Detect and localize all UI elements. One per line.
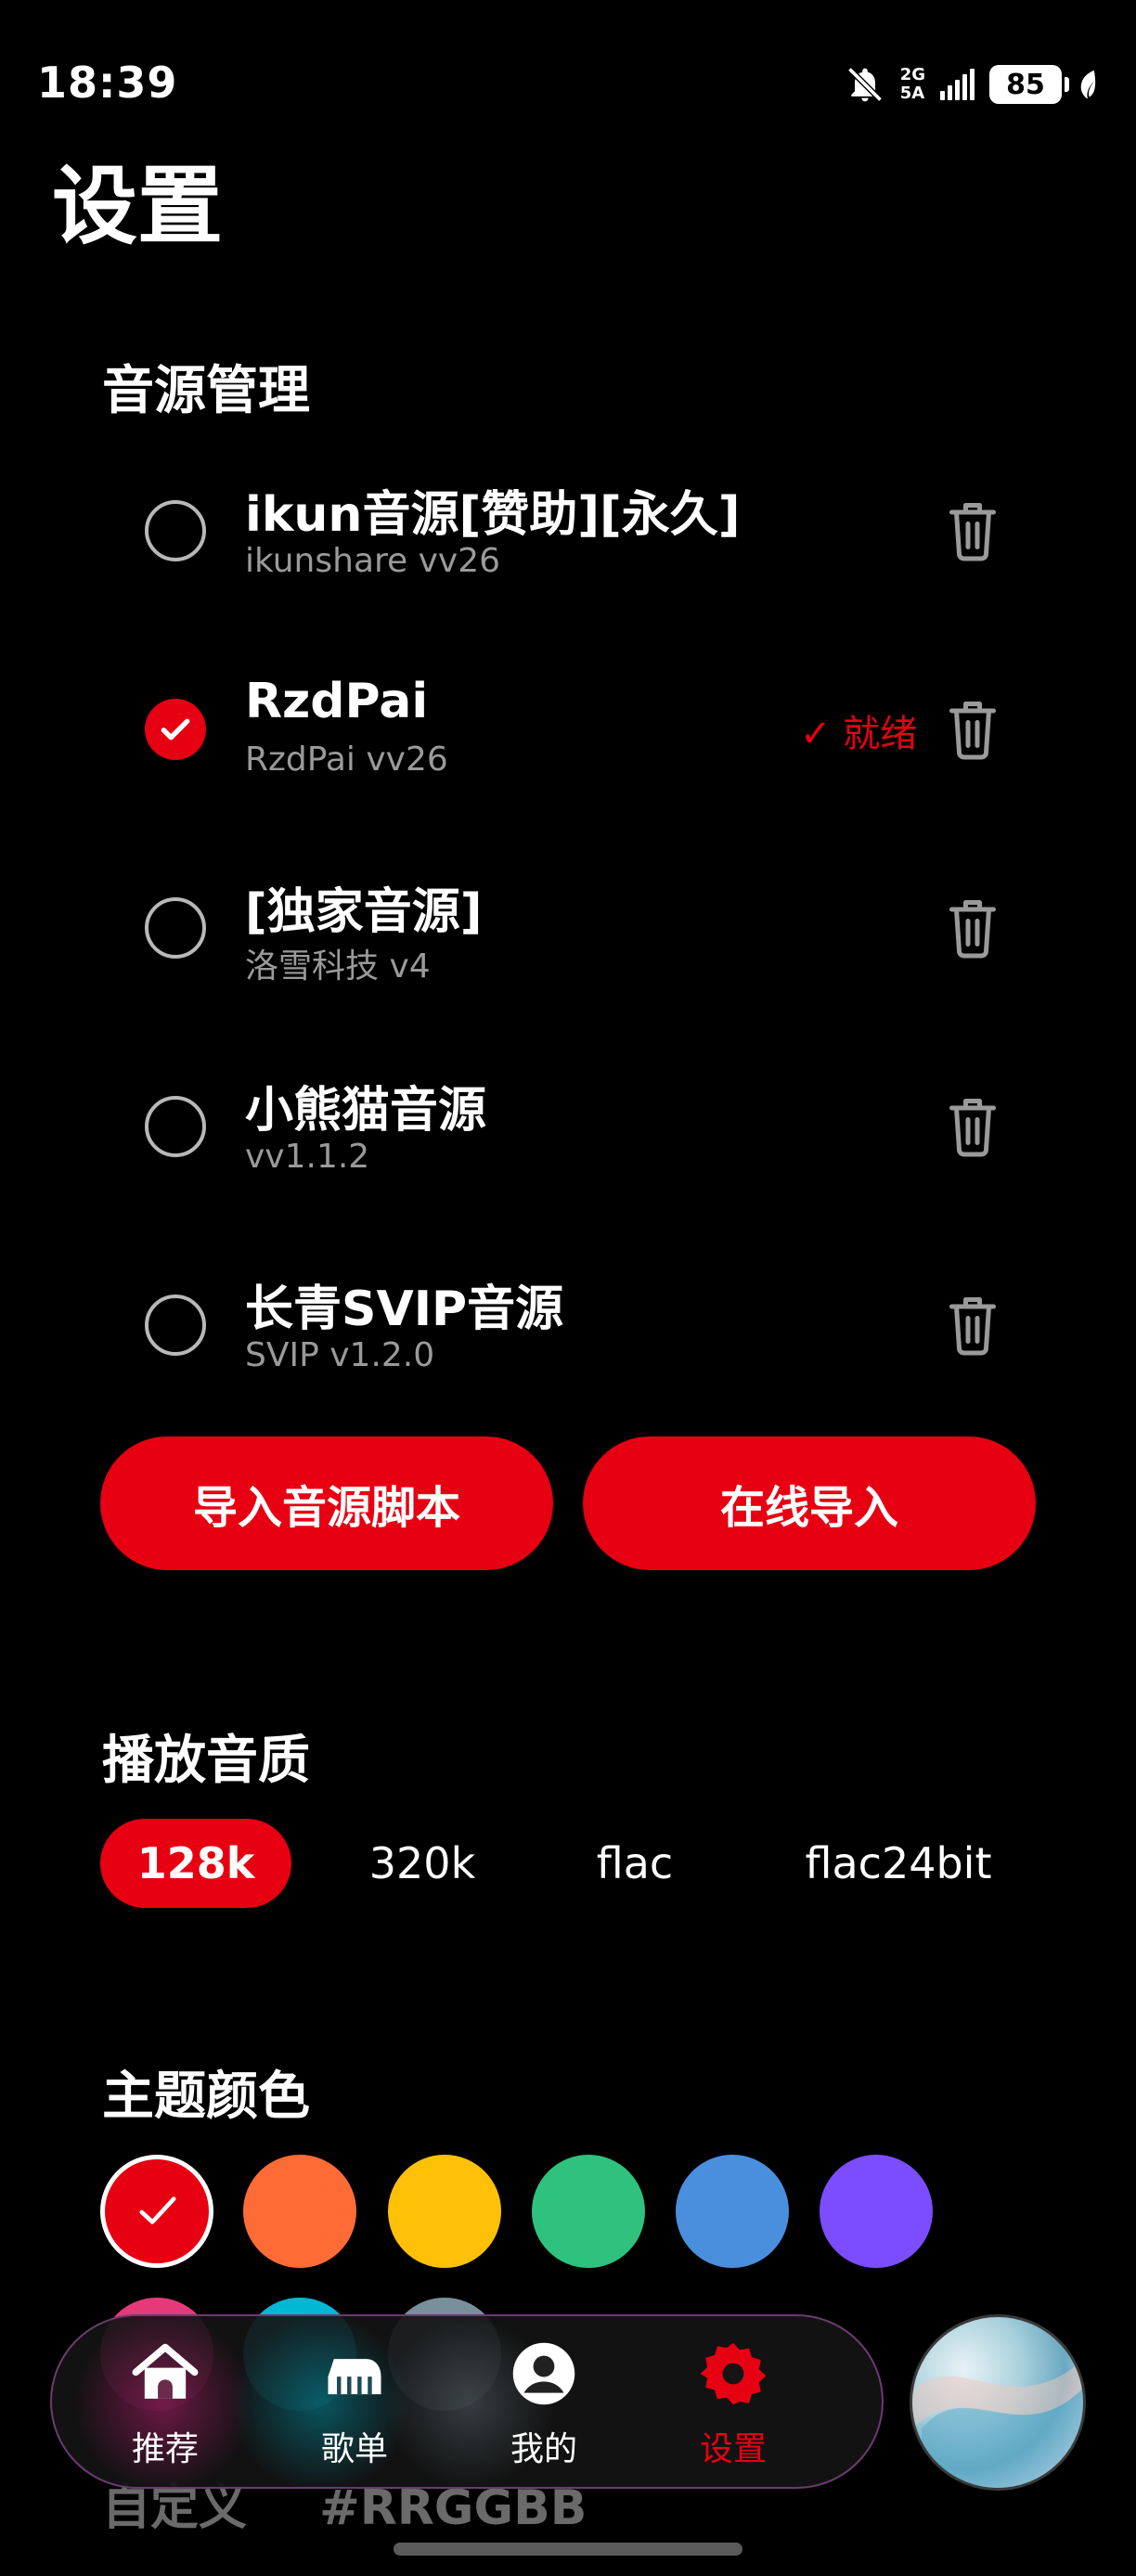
nav-label: 设置 <box>699 2430 767 2468</box>
nav-label: 我的 <box>510 2430 577 2468</box>
trash-icon[interactable] <box>945 697 1000 762</box>
trash-icon[interactable] <box>945 1094 1000 1159</box>
trash-icon[interactable] <box>945 498 1000 563</box>
nav-item-settings[interactable]: 设置 <box>650 2316 817 2487</box>
radio-button[interactable] <box>145 1294 206 1356</box>
network-label: 2G 5A <box>899 65 925 103</box>
piano-icon <box>328 2359 381 2395</box>
source-item-evergreen[interactable]: 长青SVIP音源 SVIP v1.2.0 <box>0 1251 1136 1399</box>
check-icon <box>139 2196 176 2224</box>
now-playing-album-art[interactable] <box>910 2314 1086 2491</box>
custom-color-input[interactable]: #RRGGBB <box>319 2480 587 2536</box>
custom-color-label: 自定义 <box>102 2480 248 2536</box>
radio-button-checked[interactable] <box>145 699 206 760</box>
radio-button[interactable] <box>145 500 206 561</box>
source-item-rzdpai[interactable]: RzdPai RzdPai vv26 ✓ 就绪 <box>0 655 1136 804</box>
quality-option-320k[interactable]: 320k <box>327 1819 518 1908</box>
source-item-panda[interactable]: 小熊猫音源 vv1.1.2 <box>0 1052 1136 1201</box>
color-swatch-blue[interactable] <box>676 2155 789 2268</box>
online-import-button[interactable]: 在线导入 <box>583 1436 1036 1570</box>
status-ready-badge: ✓ 就绪 <box>800 713 918 755</box>
source-version: RzdPai vv26 <box>245 741 448 779</box>
color-swatch-yellow[interactable] <box>388 2155 501 2268</box>
import-script-button[interactable]: 导入音源脚本 <box>100 1436 553 1570</box>
quality-option-flac[interactable]: flac <box>544 1819 726 1908</box>
source-item-exclusive[interactable]: [独家音源] 洛雪科技 v4 <box>0 854 1136 1002</box>
user-icon <box>512 2342 575 2405</box>
source-name: 小熊猫音源 <box>245 1083 487 1139</box>
leaf-icon <box>1080 70 1096 99</box>
page-title: 设置 <box>52 157 224 256</box>
trash-icon[interactable] <box>945 895 1000 960</box>
nav-item-recommend[interactable]: 推荐 <box>82 2316 249 2487</box>
source-version: 洛雪科技 v4 <box>245 947 431 985</box>
quality-option-flac24bit[interactable]: flac24bit <box>759 1819 1038 1908</box>
nav-item-mine[interactable]: 我的 <box>460 2316 627 2487</box>
album-art-image <box>912 2359 1083 2488</box>
source-item-ikun[interactable]: ikun音源[赞助][永久] ikunshare vv26 <box>0 457 1136 605</box>
color-swatch-red[interactable] <box>100 2155 213 2268</box>
color-swatch-orange[interactable] <box>243 2155 356 2268</box>
sources-section-title: 音源管理 <box>102 361 310 421</box>
bell-off-icon <box>846 67 883 102</box>
status-bar: 18:39 2G 5A 85 <box>0 0 1136 158</box>
gear-icon <box>700 2342 767 2405</box>
source-version: vv1.1.2 <box>245 1138 370 1176</box>
source-name: RzdPai <box>245 674 429 729</box>
nav-label: 歌单 <box>320 2430 388 2468</box>
radio-button[interactable] <box>145 1096 206 1157</box>
battery-icon: 85 <box>989 65 1069 104</box>
home-indicator[interactable] <box>394 2543 742 2556</box>
source-version: SVIP v1.2.0 <box>245 1336 435 1374</box>
color-swatch-purple[interactable] <box>820 2155 933 2268</box>
source-name: 长青SVIP音源 <box>245 1282 564 1337</box>
theme-section-title: 主题颜色 <box>102 2067 310 2127</box>
bottom-nav: 推荐 歌单 我的 设置 <box>50 2314 884 2489</box>
nav-label: 推荐 <box>131 2430 199 2468</box>
source-version: ikunshare vv26 <box>245 542 501 580</box>
radio-button[interactable] <box>145 897 206 959</box>
source-name: ikun音源[赞助][永久] <box>245 487 741 543</box>
home-icon <box>132 2343 199 2399</box>
source-name: [独家音源] <box>245 884 483 940</box>
nav-item-playlist[interactable]: 歌单 <box>271 2316 438 2487</box>
quality-section-title: 播放音质 <box>102 1731 310 1791</box>
clock: 18:39 <box>37 58 178 108</box>
signal-icon <box>940 69 975 100</box>
trash-icon[interactable] <box>945 1293 1000 1358</box>
check-icon <box>161 718 190 741</box>
color-swatch-green[interactable] <box>532 2155 645 2268</box>
status-icons: 2G 5A 85 <box>845 61 1099 108</box>
quality-option-128k[interactable]: 128k <box>100 1819 291 1908</box>
